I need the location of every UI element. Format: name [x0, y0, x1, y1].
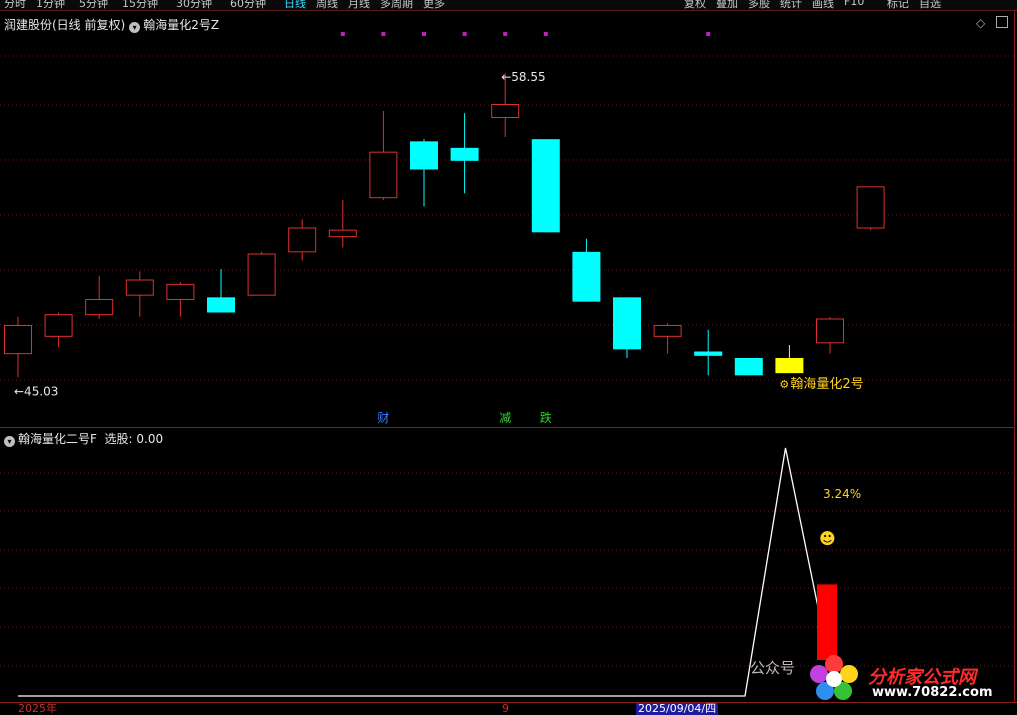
signal-dot — [706, 32, 711, 36]
stock-name-title: 润建股份(日线 前复权) — [4, 18, 126, 32]
candle-body — [572, 251, 601, 302]
signal-gear-icon: ⚙ — [779, 378, 789, 391]
signal-dot — [503, 32, 508, 36]
candle-body — [85, 299, 114, 316]
signal-dot — [340, 32, 345, 36]
candle-body — [125, 279, 154, 296]
candle-body — [653, 325, 682, 337]
candle-body — [288, 227, 317, 253]
indicator-value: 选股: 0.00 — [104, 432, 164, 446]
candle-body — [531, 139, 560, 233]
indicator-name[interactable]: 翰海量化二号F — [18, 432, 97, 446]
axis-year: 2025年 — [18, 702, 57, 715]
kline-chart[interactable]: ←58.55 ←45.03 ⚙ 翰海量化2号财 减 跌 — [0, 10, 1014, 426]
main-indicator-name[interactable]: 翰海量化2号Z — [143, 18, 219, 32]
candle-body — [491, 104, 520, 118]
kline-panel[interactable]: ←58.55 ←45.03 ⚙ 翰海量化2号财 减 跌 润建股份(日线 前复权) ▾ 翰海量化… — [0, 10, 1015, 426]
indicator-menu-icon[interactable]: ▾ — [4, 436, 15, 447]
diamond-icon[interactable]: ◇ — [976, 16, 985, 30]
axis-month: 9 — [502, 702, 509, 715]
signal-dot — [381, 32, 386, 36]
low-price-label: ←45.03 — [14, 385, 58, 399]
high-price-label: ←58.55 — [501, 70, 545, 84]
candle-body — [775, 358, 804, 374]
maximize-icon[interactable] — [996, 16, 1008, 28]
signal-dot — [422, 32, 426, 36]
candle-body — [734, 358, 763, 376]
event-marker: 减 — [499, 411, 511, 425]
smiley-icon: ☻ — [819, 529, 836, 548]
candle-body — [613, 297, 641, 350]
indicator-bar — [817, 584, 837, 660]
main-title: 润建股份(日线 前复权) ▾ 翰海量化2号Z — [4, 16, 219, 33]
candle-body — [166, 283, 195, 301]
pct-label: 3.24% — [823, 487, 861, 501]
candle-body — [247, 253, 276, 296]
cursor-date: 2025/09/04/四 — [636, 702, 719, 715]
signal-dot — [543, 32, 548, 36]
candle-body — [410, 141, 438, 170]
gzh-watermark: 公众号 — [750, 659, 796, 677]
candle-body — [207, 297, 235, 313]
indicator-menu-icon[interactable]: ▾ — [129, 22, 141, 33]
indicator-line — [18, 447, 827, 697]
indicator-title: ▾ 翰海量化二号F 选股: 0.00 — [0, 430, 163, 447]
indicator-panel[interactable]: 3.24% ☻ ▾ 翰海量化二号F 选股: 0.00 公众号 分析家公式网 www.… — [0, 427, 1015, 702]
signal-label: 翰海量化2号 — [790, 377, 863, 392]
candle-body — [4, 325, 32, 355]
candle-body — [450, 147, 479, 161]
flower-logo-icon — [808, 653, 860, 703]
candle-body — [816, 318, 844, 344]
event-marker: 财 — [377, 411, 389, 425]
date-axis: 2025年 9 2025/09/04/四 — [0, 702, 1017, 715]
candle-body — [328, 229, 357, 238]
candle-body — [694, 351, 723, 356]
event-marker: 跌 — [540, 410, 552, 425]
logo-url: www.70822.com — [872, 685, 993, 700]
candle-body — [856, 186, 885, 229]
signal-dot — [462, 32, 467, 36]
candle-body — [369, 151, 398, 199]
period-tab[interactable]: F10 — [844, 0, 864, 8]
candle-body — [44, 314, 73, 337]
indicator-chart[interactable]: 3.24% ☻ — [0, 428, 1014, 702]
